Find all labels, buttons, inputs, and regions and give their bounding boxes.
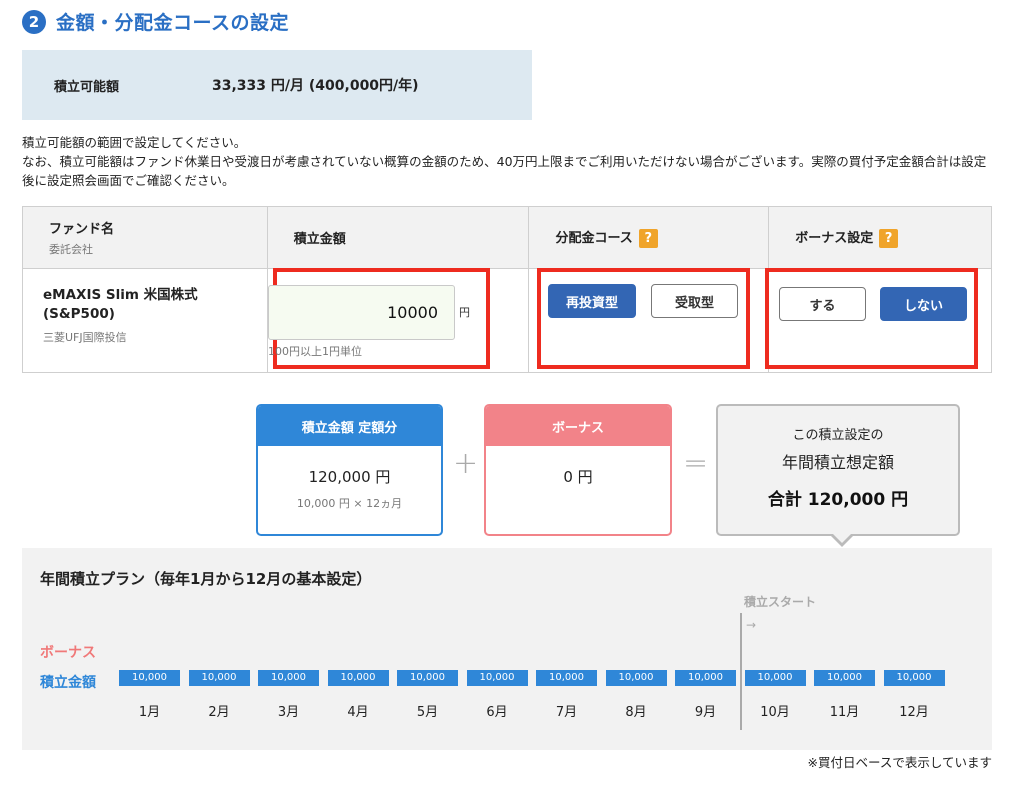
contribution-limit-box: 積立可能額 33,333 円/月 (400,000円/年) <box>22 50 532 120</box>
footnote: ※買付日ベースで表示しています <box>807 755 992 770</box>
month-amount-bar: 10,000 <box>119 670 180 686</box>
start-arrow-icon: → <box>746 618 757 632</box>
month-label: 4月 <box>347 705 369 720</box>
start-label: 積立スタート <box>744 595 817 609</box>
month-label: 6月 <box>486 705 508 720</box>
month-label: 1月 <box>138 705 161 720</box>
fund-cell: eMAXIS Slim 米国株式 (S&P500) 三菱UFJ国際投信 <box>22 268 268 373</box>
reinvest-button[interactable]: 再投資型 <box>548 284 636 318</box>
month-label: 5月 <box>416 705 439 720</box>
bonus-no-button[interactable]: しない <box>880 287 967 321</box>
month-amount-bar: 10,000 <box>327 670 389 686</box>
course-help-icon[interactable]: ? <box>638 229 658 248</box>
amount-hint: 100円以上1円単位 <box>268 345 362 358</box>
fund-company: 三菱UFJ国際投信 <box>43 331 127 344</box>
section-title: 2 金額・分配金コースの設定 <box>22 8 289 35</box>
month-amount-bar: 10,000 <box>397 670 458 686</box>
receive-button[interactable]: 受取型 <box>651 284 738 318</box>
total-line-1: この積立設定の <box>792 428 884 443</box>
month-amount-bar: 10,000 <box>188 670 250 686</box>
month-label: 7月 <box>555 705 578 720</box>
month-amount-bar: 10,000 <box>744 670 806 686</box>
header-bonus: ボーナス設定? <box>768 206 992 269</box>
total-pointer-inner <box>832 533 852 543</box>
bonus-summary-header: ボーナス <box>486 406 670 446</box>
month-label: 10月 <box>760 705 790 720</box>
header-course-label: 分配金コース <box>555 231 633 246</box>
month-label: 2月 <box>208 705 230 720</box>
month-amount-bar: 10,000 <box>675 670 736 686</box>
header-fund: ファンド名 委託会社 <box>22 206 268 269</box>
section-title-text: 金額・分配金コースの設定 <box>56 12 290 34</box>
table-header-row: ファンド名 委託会社 積立金額 分配金コース? ボーナス設定? <box>22 206 992 269</box>
header-course: 分配金コース? <box>528 206 770 269</box>
bonus-summary: ボーナス 0 円 <box>484 404 672 536</box>
month-label: 9月 <box>694 705 717 720</box>
header-amount-label: 積立金額 <box>293 232 346 247</box>
annual-plan-panel: 年間積立プラン（毎年1月から12月の基本設定） 積立スタート → ボーナス 積立… <box>22 548 992 750</box>
plan-amount-label: 積立金額 <box>40 675 96 691</box>
month-label: 12月 <box>899 705 929 720</box>
plus-icon: + <box>453 446 479 481</box>
month-amount-bar: 10,000 <box>258 670 319 686</box>
plan-bonus-label: ボーナス <box>40 645 96 661</box>
amount-input[interactable] <box>268 285 455 340</box>
fixed-amount-formula: 10,000 円 × 12ヵ月 <box>296 497 403 510</box>
month-amount-bar: 10,000 <box>814 670 875 686</box>
start-divider <box>740 613 742 730</box>
fixed-amount-summary: 積立金額 定額分 120,000 円 10,000 円 × 12ヵ月 <box>256 404 443 536</box>
annual-total-summary: この積立設定の 年間積立想定額 合計 120,000 円 <box>716 404 960 536</box>
fund-name: eMAXIS Slim 米国株式 (S&P500) <box>43 287 198 322</box>
amount-unit: 円 <box>459 306 470 319</box>
month-amount-bar: 10,000 <box>883 670 945 686</box>
note-line-2: なお、積立可能額はファンド休業日や受渡日が考慮されていない概算の金額のため、40… <box>22 154 987 188</box>
fixed-amount-value: 120,000 円 <box>308 468 391 486</box>
limit-value: 33,333 円/月 (400,000円/年) <box>212 78 419 94</box>
month-label: 3月 <box>277 705 300 720</box>
month-label: 8月 <box>625 705 647 720</box>
notes: 積立可能額の範囲で設定してください。 なお、積立可能額はファンド休業日や受渡日が… <box>22 133 994 190</box>
fixed-amount-header: 積立金額 定額分 <box>258 406 441 446</box>
equals-icon: = <box>683 446 709 481</box>
month-amount-bar: 10,000 <box>466 670 528 686</box>
total-amount: 合計 120,000 円 <box>767 490 909 510</box>
total-line-2: 年間積立想定額 <box>781 453 894 472</box>
bonus-help-icon[interactable]: ? <box>879 229 899 248</box>
header-amount: 積立金額 <box>266 206 530 269</box>
step-number-badge: 2 <box>22 9 46 34</box>
plan-title: 年間積立プラン（毎年1月から12月の基本設定） <box>40 570 372 588</box>
note-line-1: 積立可能額の範囲で設定してください。 <box>22 135 247 150</box>
month-amount-bar: 10,000 <box>605 670 667 686</box>
bonus-summary-value: 0 円 <box>563 468 593 486</box>
header-fund-label: ファンド名 <box>49 222 115 237</box>
month-label: 11月 <box>829 705 860 720</box>
limit-label: 積立可能額 <box>54 79 120 95</box>
header-bonus-label: ボーナス設定 <box>795 231 874 246</box>
month-amount-bar: 10,000 <box>536 670 597 686</box>
header-fund-sub: 委託会社 <box>49 243 93 256</box>
bonus-yes-button[interactable]: する <box>779 287 866 321</box>
